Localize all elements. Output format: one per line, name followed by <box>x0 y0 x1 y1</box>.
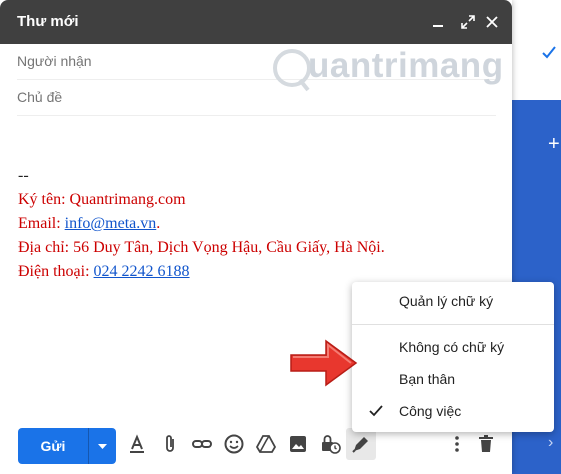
signature-email: Email: info@meta.vn. <box>18 212 385 236</box>
delete-icon[interactable] <box>474 432 498 456</box>
compose-titlebar: Thư mới <box>0 0 512 44</box>
send-button[interactable]: Gửi <box>18 428 88 464</box>
send-options-icon[interactable] <box>89 428 116 464</box>
email-label: Email: <box>18 215 65 232</box>
fullscreen-icon[interactable] <box>458 12 478 32</box>
message-body[interactable]: -- Ký tên: Quantrimang.com Email: info@m… <box>18 164 385 284</box>
signature-menu: Quản lý chữ ký Không có chữ ký Bạn thân … <box>352 282 554 432</box>
manage-signatures-item[interactable]: Quản lý chữ ký <box>352 286 554 316</box>
drive-icon[interactable] <box>254 432 278 456</box>
add-icon[interactable]: + <box>548 134 560 154</box>
send-button-group: Gửi <box>18 428 116 464</box>
signature-option-none[interactable]: Không có chữ ký <box>352 332 554 362</box>
signature-name: Ký tên: Quantrimang.com <box>18 191 186 208</box>
phone-label: Điện thoại: <box>18 263 94 280</box>
signature-phone: Điện thoại: 024 2242 6188 <box>18 260 385 284</box>
signature-button[interactable] <box>346 428 376 460</box>
link-icon[interactable] <box>190 432 214 456</box>
signature-option-label: Không có chữ ký <box>399 339 505 355</box>
pen-icon <box>352 437 368 453</box>
annotation-arrow-icon <box>290 339 358 387</box>
signature-option-label: Công việc <box>399 403 462 419</box>
confidential-mode-icon[interactable] <box>318 432 342 456</box>
phone-link[interactable]: 024 2242 6188 <box>94 263 190 280</box>
signature-option-friends[interactable]: Bạn thân <box>352 364 554 394</box>
menu-divider <box>352 324 554 325</box>
minimize-icon[interactable] <box>428 12 448 32</box>
formatting-icon[interactable] <box>125 432 149 456</box>
signature-option-work[interactable]: Công việc <box>352 396 554 426</box>
watermark-text: uantrimang <box>308 46 504 85</box>
chevron-right-icon[interactable]: › <box>548 434 553 452</box>
email-end: . <box>156 215 161 232</box>
check-mark-icon <box>542 46 556 59</box>
more-options-icon[interactable] <box>445 432 469 456</box>
checkmark-icon <box>369 405 383 417</box>
insert-photo-icon[interactable] <box>286 432 310 456</box>
email-link[interactable]: info@meta.vn <box>65 215 157 232</box>
manage-signatures-label: Quản lý chữ ký <box>399 293 494 309</box>
emoji-icon[interactable] <box>222 432 246 456</box>
attach-icon[interactable] <box>158 432 182 456</box>
signature-option-label: Bạn thân <box>399 371 456 387</box>
compose-title: Thư mới <box>17 13 79 30</box>
signature-dashes: -- <box>18 167 29 184</box>
close-icon[interactable] <box>482 12 502 32</box>
signature-address: Địa chỉ: 56 Duy Tân, Dịch Vọng Hậu, Cầu … <box>18 239 385 256</box>
